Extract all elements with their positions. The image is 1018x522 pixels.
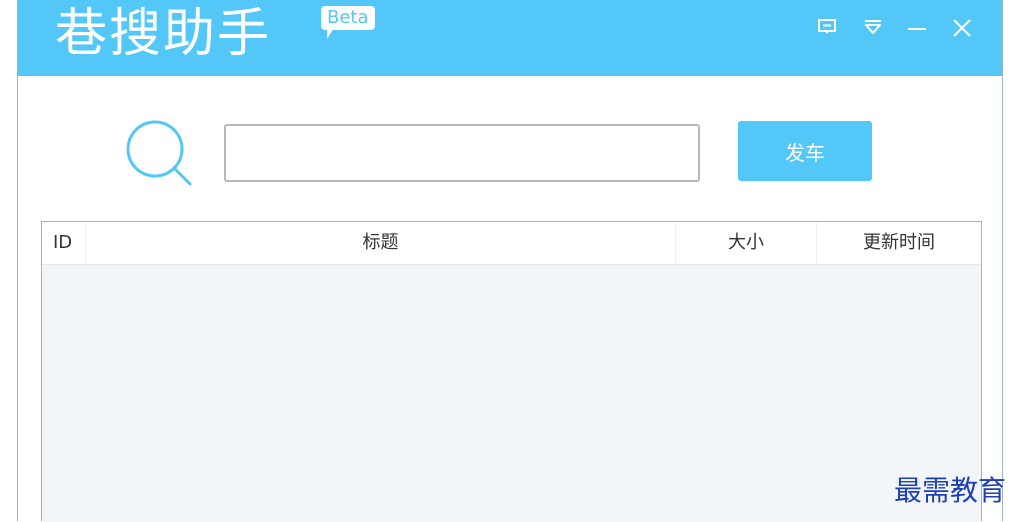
- beta-badge: Beta: [321, 6, 375, 39]
- close-icon-graphic: [953, 19, 971, 37]
- column-header-id[interactable]: ID: [42, 222, 86, 264]
- column-header-title[interactable]: 标题: [86, 222, 676, 264]
- app-window: 巷搜助手 Beta 发车 ID 标题 大小 更新时间: [17, 0, 1003, 522]
- app-title: 巷搜助手: [55, 4, 272, 64]
- search-icon: [123, 118, 197, 190]
- close-icon[interactable]: [949, 17, 975, 43]
- dropdown-menu-icon-graphic: [865, 20, 881, 34]
- table-body[interactable]: [42, 265, 981, 522]
- go-button[interactable]: 发车: [738, 121, 872, 181]
- search-input[interactable]: [224, 124, 700, 182]
- table-header: ID 标题 大小 更新时间: [42, 222, 981, 265]
- column-header-size[interactable]: 大小: [676, 222, 817, 264]
- minimize-icon[interactable]: [904, 17, 930, 43]
- results-table[interactable]: ID 标题 大小 更新时间: [41, 221, 982, 522]
- feedback-icon[interactable]: [814, 17, 840, 43]
- watermark: 最需教育: [894, 474, 1007, 507]
- column-header-updated[interactable]: 更新时间: [817, 222, 981, 264]
- minimize-icon-graphic: [908, 28, 926, 30]
- title-bar[interactable]: 巷搜助手 Beta: [18, 0, 1002, 76]
- feedback-icon-graphic: [818, 19, 836, 34]
- dropdown-menu-icon[interactable]: [860, 17, 886, 43]
